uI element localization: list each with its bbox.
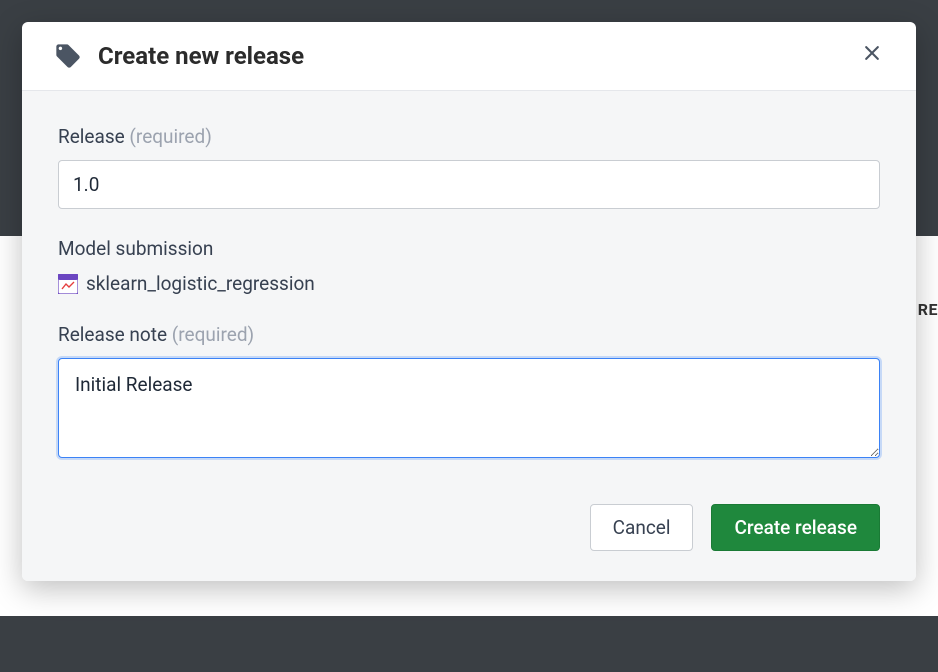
create-release-button[interactable]: Create release	[711, 504, 880, 551]
release-note-label-text: Release note	[58, 323, 167, 346]
modal-title: Create new release	[98, 42, 856, 70]
cancel-button[interactable]: Cancel	[590, 504, 694, 551]
release-input[interactable]	[58, 160, 880, 209]
release-note-required-suffix: (required)	[172, 323, 254, 346]
release-note-group: Release note (required)	[58, 323, 880, 462]
release-label-text: Release	[58, 125, 125, 148]
release-field-group: Release (required)	[58, 125, 880, 209]
release-required-suffix: (required)	[129, 125, 211, 148]
release-note-label: Release note (required)	[58, 323, 880, 346]
background-partial-text: RE	[918, 300, 938, 319]
model-submission-label: Model submission	[58, 237, 880, 260]
create-release-modal: Create new release Release (required) Mo…	[22, 22, 916, 581]
release-note-textarea[interactable]	[58, 358, 880, 458]
modal-header: Create new release	[22, 22, 916, 91]
model-icon	[58, 274, 78, 294]
model-submission-group: Model submission sklearn_logistic_regres…	[58, 237, 880, 295]
model-submission-row: sklearn_logistic_regression	[58, 272, 880, 295]
tag-icon	[54, 42, 82, 70]
close-icon	[862, 43, 882, 69]
close-button[interactable]	[856, 40, 888, 72]
modal-body: Release (required) Model submission skle…	[22, 91, 916, 581]
release-label: Release (required)	[58, 125, 880, 148]
modal-footer: Cancel Create release	[58, 462, 880, 551]
model-submission-value: sklearn_logistic_regression	[86, 272, 315, 295]
